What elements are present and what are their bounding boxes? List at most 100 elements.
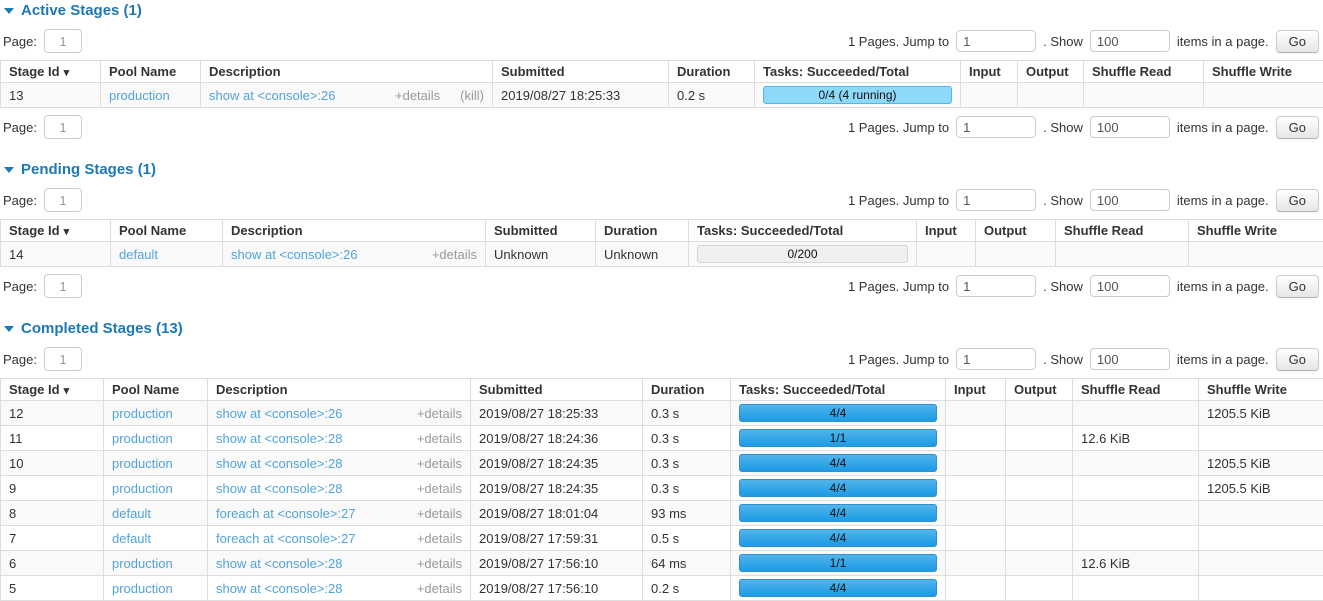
page-number-input[interactable] bbox=[44, 188, 82, 212]
details-toggle[interactable]: +details bbox=[417, 556, 462, 571]
go-button[interactable]: Go bbox=[1276, 116, 1319, 139]
pool-name-link[interactable]: default bbox=[112, 506, 151, 521]
col-label: Shuffle Write bbox=[1197, 223, 1277, 238]
col-stage-id[interactable]: Stage Id▾ bbox=[1, 220, 111, 242]
shuffle-read-cell: 12.6 KiB bbox=[1073, 551, 1199, 576]
stage-id-cell: 6 bbox=[1, 551, 104, 576]
page-size-input[interactable] bbox=[1090, 275, 1170, 297]
stage-section-active: Active Stages (1)Page:1 Pages. Jump to. … bbox=[0, 2, 1323, 146]
pool-name-cell: production bbox=[104, 426, 208, 451]
page-size-input[interactable] bbox=[1090, 348, 1170, 370]
description-link[interactable]: show at <console>:26 bbox=[231, 247, 357, 262]
pagination-control: 1 Pages. Jump to. Showitems in a page.Go bbox=[848, 116, 1319, 139]
details-toggle[interactable]: +details bbox=[417, 456, 462, 471]
pool-name-link[interactable]: production bbox=[112, 406, 173, 421]
details-toggle[interactable]: +details bbox=[417, 481, 462, 496]
page-number-input[interactable] bbox=[44, 347, 82, 371]
section-heading-pending[interactable]: Pending Stages (1) bbox=[4, 161, 1323, 178]
col-tasks-succeeded-total[interactable]: Tasks: Succeeded/Total bbox=[689, 220, 917, 242]
tasks-cell: 4/4 bbox=[731, 401, 946, 426]
col-description[interactable]: Description bbox=[223, 220, 486, 242]
details-toggle[interactable]: +details bbox=[417, 531, 462, 546]
jump-to-page-input[interactable] bbox=[956, 348, 1036, 370]
col-pool-name[interactable]: Pool Name bbox=[111, 220, 223, 242]
go-button[interactable]: Go bbox=[1276, 189, 1319, 212]
pool-name-link[interactable]: production bbox=[112, 431, 173, 446]
table-header-row: Stage Id▾Pool NameDescriptionSubmittedDu… bbox=[1, 220, 1323, 242]
go-button[interactable]: Go bbox=[1276, 30, 1319, 53]
col-output[interactable]: Output bbox=[976, 220, 1056, 242]
pool-name-cell: production bbox=[104, 451, 208, 476]
col-tasks-succeeded-total[interactable]: Tasks: Succeeded/Total bbox=[755, 61, 961, 83]
col-output[interactable]: Output bbox=[1006, 379, 1073, 401]
description-cell: foreach at <console>:27 +details bbox=[208, 501, 471, 526]
pool-name-link[interactable]: production bbox=[109, 88, 170, 103]
jump-to-page-input[interactable] bbox=[956, 30, 1036, 52]
page-size-input[interactable] bbox=[1090, 30, 1170, 52]
col-stage-id[interactable]: Stage Id▾ bbox=[1, 61, 101, 83]
col-input[interactable]: Input bbox=[946, 379, 1006, 401]
col-shuffle-read[interactable]: Shuffle Read bbox=[1056, 220, 1189, 242]
pool-name-link[interactable]: production bbox=[112, 581, 173, 596]
col-output[interactable]: Output bbox=[1018, 61, 1084, 83]
description-link[interactable]: show at <console>:26 bbox=[216, 406, 342, 421]
page-number-input[interactable] bbox=[44, 274, 82, 298]
col-shuffle-write[interactable]: Shuffle Write bbox=[1189, 220, 1323, 242]
description-link[interactable]: show at <console>:28 bbox=[216, 556, 342, 571]
page-number-input[interactable] bbox=[44, 29, 82, 53]
section-heading-completed[interactable]: Completed Stages (13) bbox=[4, 320, 1323, 337]
jump-to-page-input[interactable] bbox=[956, 116, 1036, 138]
page-number-input[interactable] bbox=[44, 115, 82, 139]
pool-name-link[interactable]: production bbox=[112, 456, 173, 471]
description-link[interactable]: show at <console>:26 bbox=[209, 88, 335, 103]
duration-cell: 0.2 s bbox=[669, 83, 755, 108]
section-heading-active[interactable]: Active Stages (1) bbox=[4, 2, 1323, 19]
page-size-input[interactable] bbox=[1090, 116, 1170, 138]
details-toggle[interactable]: +details bbox=[417, 581, 462, 596]
col-label: Submitted bbox=[501, 64, 565, 79]
details-toggle[interactable]: +details bbox=[417, 431, 462, 446]
col-shuffle-write[interactable]: Shuffle Write bbox=[1204, 61, 1323, 83]
col-submitted[interactable]: Submitted bbox=[471, 379, 643, 401]
pool-name-link[interactable]: default bbox=[119, 247, 158, 262]
go-button[interactable]: Go bbox=[1276, 275, 1319, 298]
col-submitted[interactable]: Submitted bbox=[486, 220, 596, 242]
details-toggle[interactable]: +details bbox=[417, 406, 462, 421]
col-stage-id[interactable]: Stage Id▾ bbox=[1, 379, 104, 401]
submitted-cell: Unknown bbox=[486, 242, 596, 267]
col-submitted[interactable]: Submitted bbox=[493, 61, 669, 83]
col-shuffle-write[interactable]: Shuffle Write bbox=[1199, 379, 1323, 401]
details-toggle[interactable]: +details bbox=[395, 88, 440, 103]
kill-link[interactable]: (kill) bbox=[460, 88, 484, 103]
table-row: 9productionshow at <console>:28+details2… bbox=[1, 476, 1323, 501]
col-shuffle-read[interactable]: Shuffle Read bbox=[1084, 61, 1204, 83]
col-duration[interactable]: Duration bbox=[596, 220, 689, 242]
go-button[interactable]: Go bbox=[1276, 348, 1319, 371]
col-pool-name[interactable]: Pool Name bbox=[101, 61, 201, 83]
col-pool-name[interactable]: Pool Name bbox=[104, 379, 208, 401]
description-link[interactable]: show at <console>:28 bbox=[216, 456, 342, 471]
col-input[interactable]: Input bbox=[961, 61, 1018, 83]
details-toggle[interactable]: +details bbox=[432, 247, 477, 262]
pool-name-link[interactable]: production bbox=[112, 556, 173, 571]
jump-to-page-input[interactable] bbox=[956, 275, 1036, 297]
description-link[interactable]: show at <console>:28 bbox=[216, 431, 342, 446]
description-link[interactable]: foreach at <console>:27 bbox=[216, 506, 356, 521]
col-duration[interactable]: Duration bbox=[669, 61, 755, 83]
col-duration[interactable]: Duration bbox=[643, 379, 731, 401]
col-description[interactable]: Description bbox=[201, 61, 493, 83]
description-link[interactable]: foreach at <console>:27 bbox=[216, 531, 356, 546]
page-size-input[interactable] bbox=[1090, 189, 1170, 211]
col-shuffle-read[interactable]: Shuffle Read bbox=[1073, 379, 1199, 401]
jump-to-page-input[interactable] bbox=[956, 189, 1036, 211]
col-label: Submitted bbox=[479, 382, 543, 397]
col-tasks-succeeded-total[interactable]: Tasks: Succeeded/Total bbox=[731, 379, 946, 401]
pool-name-link[interactable]: production bbox=[112, 481, 173, 496]
output-cell bbox=[1006, 526, 1073, 551]
col-description[interactable]: Description bbox=[208, 379, 471, 401]
description-link[interactable]: show at <console>:28 bbox=[216, 581, 342, 596]
col-input[interactable]: Input bbox=[917, 220, 976, 242]
description-link[interactable]: show at <console>:28 bbox=[216, 481, 342, 496]
details-toggle[interactable]: +details bbox=[417, 506, 462, 521]
pool-name-link[interactable]: default bbox=[112, 531, 151, 546]
